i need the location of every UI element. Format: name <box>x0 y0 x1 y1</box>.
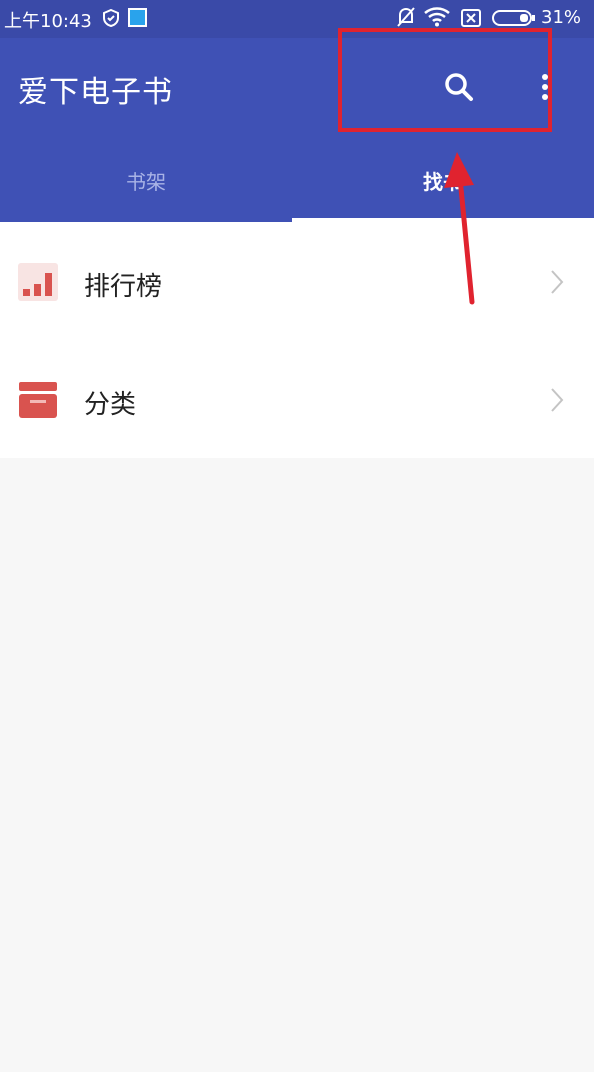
category-box-icon <box>19 382 57 418</box>
status-time: 上午10:43 <box>4 11 92 32</box>
wifi-icon <box>424 7 450 27</box>
list-item-category[interactable]: 分类 <box>0 340 594 458</box>
ranking-chart-icon <box>18 263 58 301</box>
no-sim-icon <box>461 9 481 27</box>
mute-bell-icon <box>397 7 415 27</box>
app-title: 爱下电子书 <box>18 75 173 110</box>
find-books-list: 排行榜 分类 <box>0 222 594 458</box>
app-bar: 爱下电子书 书架 找书 <box>0 28 594 222</box>
tab-bookshelf[interactable]: 书架 <box>0 156 292 222</box>
battery-icon <box>492 10 535 26</box>
chevron-right-icon <box>551 270 564 294</box>
tab-label: 书架 <box>126 170 166 194</box>
list-item-label: 排行榜 <box>84 272 163 302</box>
annotation-arrow <box>444 152 475 305</box>
battery-percent: 31% <box>541 7 582 28</box>
annotation-highlight-box <box>338 28 552 132</box>
shield-icon <box>103 9 119 27</box>
list-item-ranking[interactable]: 排行榜 <box>0 222 594 340</box>
app-notification-icon <box>128 8 147 27</box>
chevron-right-icon <box>551 388 564 412</box>
list-item-label: 分类 <box>84 390 137 420</box>
